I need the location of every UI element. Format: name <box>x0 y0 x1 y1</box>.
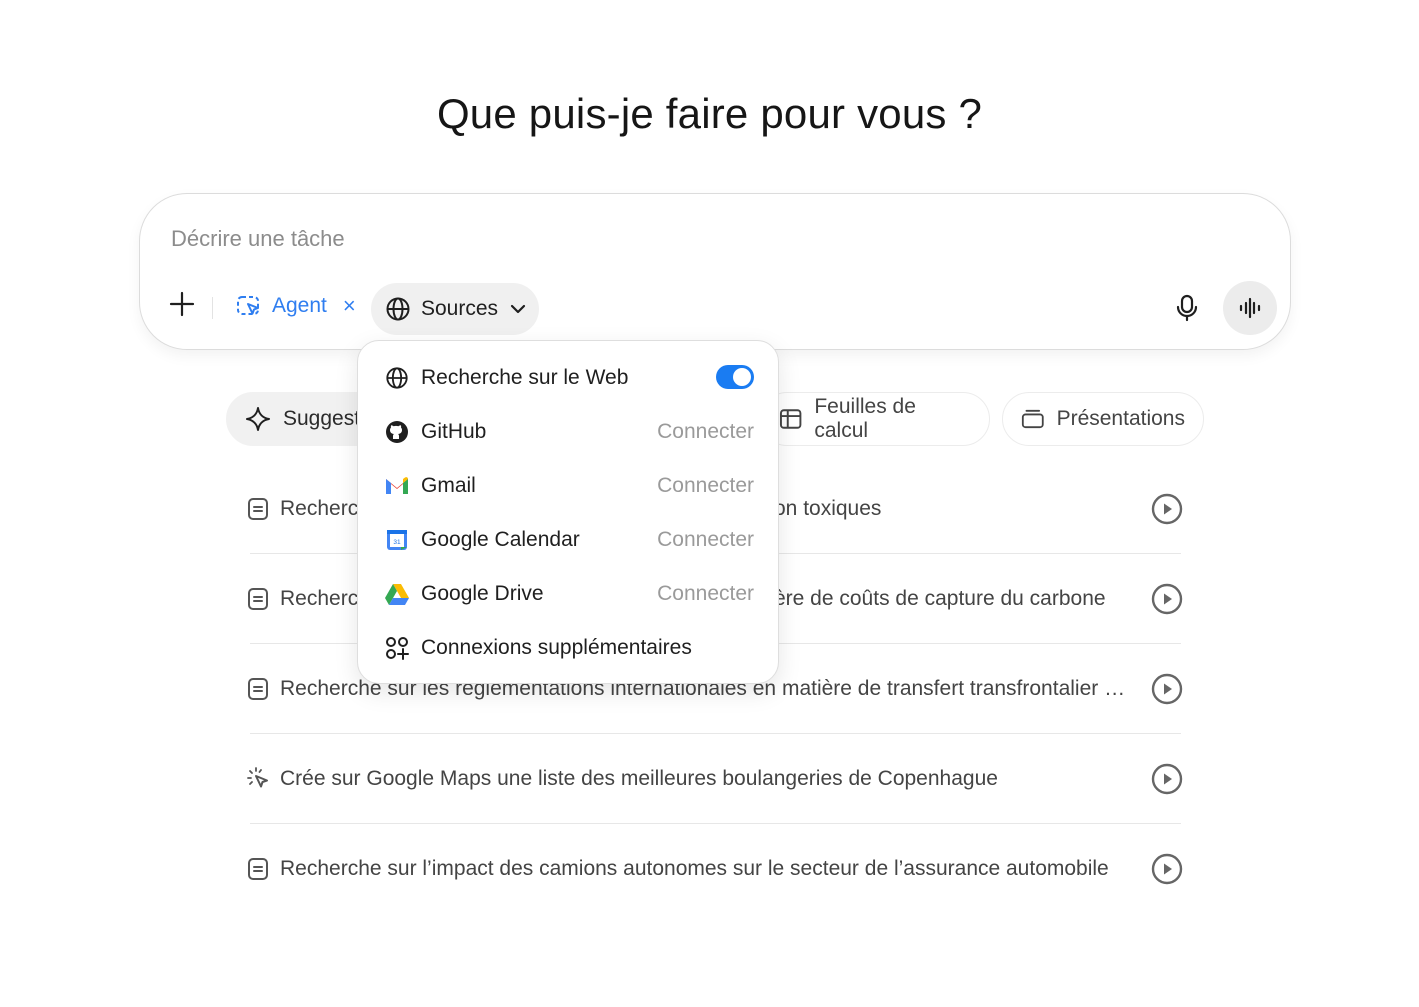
task-input[interactable]: Décrire une tâche <box>171 226 345 252</box>
play-icon[interactable] <box>1151 763 1183 795</box>
chip-spreadsheets[interactable]: Feuilles de calcul <box>760 392 990 446</box>
agent-label: Agent <box>272 294 327 317</box>
suggestion-text: Recherche sur l’impact des camions auton… <box>280 857 1109 880</box>
source-google-drive-label: Google Drive <box>421 582 544 605</box>
table-icon <box>779 409 802 429</box>
google-calendar-connect-button[interactable]: Connecter <box>657 528 754 552</box>
apps-add-icon <box>385 636 409 660</box>
page-title: Que puis-je faire pour vous ? <box>436 90 983 137</box>
google-drive-icon <box>385 582 409 606</box>
chip-presentations[interactable]: Présentations <box>1002 392 1204 446</box>
source-gmail-label: Gmail <box>421 474 476 497</box>
add-icon[interactable] <box>168 290 196 318</box>
source-web-search[interactable]: Recherche sur le Web <box>358 351 778 405</box>
calendar-day-text: 31 <box>393 539 401 546</box>
source-web-search-label: Recherche sur le Web <box>421 366 629 389</box>
sparkle-icon <box>246 407 270 431</box>
agent-mode-chip[interactable]: Agent × <box>236 291 356 321</box>
google-calendar-icon: 31 <box>385 528 409 552</box>
agent-cursor-icon <box>237 296 259 315</box>
gmail-icon <box>385 474 409 498</box>
source-google-calendar[interactable]: 31 Google Calendar Connecter <box>358 513 778 567</box>
gmail-connect-button[interactable]: Connecter <box>657 474 754 498</box>
voice-mode-button[interactable] <box>1223 281 1277 335</box>
agent-remove-button[interactable]: × <box>343 295 356 317</box>
source-more-connections[interactable]: Connexions supplémentaires <box>358 621 778 675</box>
toolbar-divider <box>212 297 213 319</box>
play-icon[interactable] <box>1151 853 1183 885</box>
chip-suggestions-label: Suggest <box>283 407 361 430</box>
cursor-click-icon <box>247 767 268 788</box>
source-github-label: GitHub <box>421 420 487 443</box>
suggestion-text-tail: ère de coûts de capture du carbone <box>774 587 1106 610</box>
github-connect-button[interactable]: Connecter <box>657 420 754 444</box>
globe-icon <box>386 297 410 321</box>
slides-icon <box>1021 409 1044 429</box>
document-icon <box>248 678 268 700</box>
source-more-connections-label: Connexions supplémentaires <box>421 636 692 659</box>
play-icon[interactable] <box>1151 583 1183 615</box>
web-search-toggle[interactable] <box>716 365 754 389</box>
suggestion-text-tail: on toxiques <box>774 497 882 520</box>
document-icon <box>248 588 268 610</box>
suggestion-text: Crée sur Google Maps une liste des meill… <box>280 767 998 790</box>
suggestion-row[interactable]: Recherche sur l’impact des camions auton… <box>248 824 1183 914</box>
globe-icon <box>385 366 409 390</box>
document-icon <box>248 858 268 880</box>
document-icon <box>248 498 268 520</box>
source-github[interactable]: GitHub Connecter <box>358 405 778 459</box>
microphone-icon[interactable] <box>1174 294 1200 322</box>
sources-button[interactable]: Sources <box>371 283 539 335</box>
source-google-calendar-label: Google Calendar <box>421 528 580 551</box>
play-icon[interactable] <box>1151 493 1183 525</box>
sources-label: Sources <box>421 297 499 320</box>
chevron-down-icon <box>510 304 526 314</box>
chip-spreadsheets-label: Feuilles de calcul <box>814 395 916 442</box>
task-composer: Décrire une tâche Agent × Sources <box>139 193 1291 350</box>
sources-dropdown: Recherche sur le Web GitHub Connecter Gm… <box>357 340 779 684</box>
audio-wave-icon <box>1239 297 1261 319</box>
source-google-drive[interactable]: Google Drive Connecter <box>358 567 778 621</box>
play-icon[interactable] <box>1151 673 1183 705</box>
suggestion-row[interactable]: Crée sur Google Maps une liste des meill… <box>247 734 1183 824</box>
source-gmail[interactable]: Gmail Connecter <box>358 459 778 513</box>
google-drive-connect-button[interactable]: Connecter <box>657 582 754 606</box>
chip-presentations-label: Présentations <box>1056 407 1185 430</box>
github-icon <box>385 420 409 444</box>
